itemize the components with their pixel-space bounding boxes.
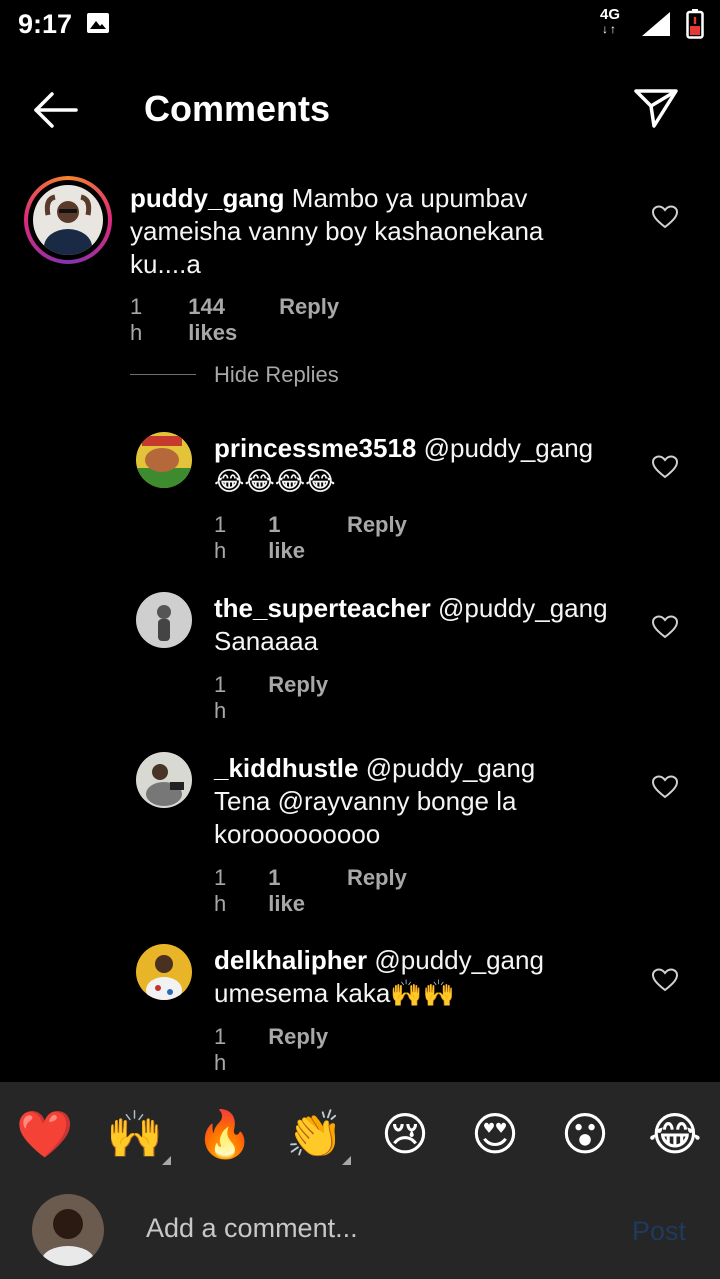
reply-time: 1 h [214,865,227,916]
reply-button[interactable]: Reply [279,294,339,346]
back-arrow-icon[interactable] [30,90,80,130]
reply-button[interactable]: Reply [347,865,407,917]
status-time: 9:17 [18,9,73,39]
like-heart-icon[interactable] [652,968,678,992]
battery-icon [686,9,704,39]
emoji-tears-of-joy[interactable]: 😂 [645,1104,705,1164]
gallery-notification-icon [87,13,109,33]
reply-time: 1 h [214,672,227,723]
divider [130,374,196,375]
hide-replies-label[interactable]: Hide Replies [214,362,339,388]
avatar [33,185,103,255]
signal-icon [642,12,670,36]
comment-username[interactable]: puddy_gang [130,183,285,213]
app-bar: Comments [0,70,720,150]
skin-tone-indicator [162,1156,171,1165]
reply-mention[interactable]: @puddy_gang [438,593,608,623]
emoji-heart-eyes[interactable]: 😍 [465,1104,525,1164]
comment-meta: 1 h 144 likes Reply [130,294,381,346]
reply-username[interactable]: princessme3518 [214,433,416,463]
reply-username[interactable]: _kiddhustle [214,753,358,783]
reply-username[interactable]: the_superteacher [214,593,431,623]
reply-button[interactable]: Reply [347,512,407,564]
reply-meta: 1 h 1 like Reply [214,865,449,917]
like-heart-icon[interactable] [652,615,678,639]
comment-time: 1 h [130,294,143,345]
reply-button[interactable]: Reply [268,672,328,724]
my-avatar [32,1194,104,1266]
reply-meta: 1 h Reply [214,672,370,724]
emoji-red-heart[interactable]: ❤️ [15,1104,75,1164]
emoji-fire[interactable]: 🔥 [195,1104,255,1164]
reply-likes[interactable]: 1 like [268,512,305,564]
reply-text: Tena @rayvanny bonge la korooooooooo [214,786,517,849]
avatar[interactable] [136,752,192,808]
emoji-crying-face[interactable]: 😢 [375,1104,435,1164]
emoji-raising-hands[interactable]: 🙌 [105,1104,165,1164]
reply-button[interactable]: Reply [268,1024,328,1076]
reply-time: 1 h [214,512,227,563]
reply-username[interactable]: delkhalipher [214,945,367,975]
avatar[interactable] [136,592,192,648]
status-bar: 9:17 4G ↓↑ [0,0,720,50]
network-type: 4G ↓↑ [600,6,621,36]
avatar[interactable] [136,944,192,1000]
avatar[interactable] [136,432,192,488]
comment-likes[interactable]: 144 likes [188,294,237,346]
emoji-surprised-face[interactable]: 😮 [555,1104,615,1164]
page-title: Comments [144,88,331,129]
reply-mention[interactable]: @puddy_gang [366,753,536,783]
reply-text: 😂😂😂😂 [214,466,336,496]
reply-meta: 1 h Reply [214,1024,370,1076]
reply-time: 1 h [214,1024,227,1075]
like-heart-icon[interactable] [652,455,678,479]
emoji-clapping-hands[interactable]: 👏 [285,1104,345,1164]
reply-mention[interactable]: @puddy_gang [374,945,544,975]
reply-text: Sanaaaa [214,626,319,656]
reply-meta: 1 h 1 like Reply [214,512,449,564]
like-heart-icon[interactable] [652,775,678,799]
story-ring[interactable] [24,176,112,264]
share-icon[interactable] [632,84,680,132]
quick-emoji-bar: ❤️ 🙌 🔥 👏 😢 😍 😮 😂 [0,1104,720,1174]
post-button[interactable]: Post [632,1216,686,1247]
comment-composer: ❤️ 🙌 🔥 👏 😢 😍 😮 😂 Post [0,1082,720,1279]
reply-text: umesema kaka🙌🙌 [214,978,456,1008]
skin-tone-indicator [342,1156,351,1165]
reply-likes[interactable]: 1 like [268,865,305,917]
reply-mention[interactable]: @puddy_gang [424,433,594,463]
like-heart-icon[interactable] [652,205,678,229]
comment-input[interactable] [144,1212,588,1245]
